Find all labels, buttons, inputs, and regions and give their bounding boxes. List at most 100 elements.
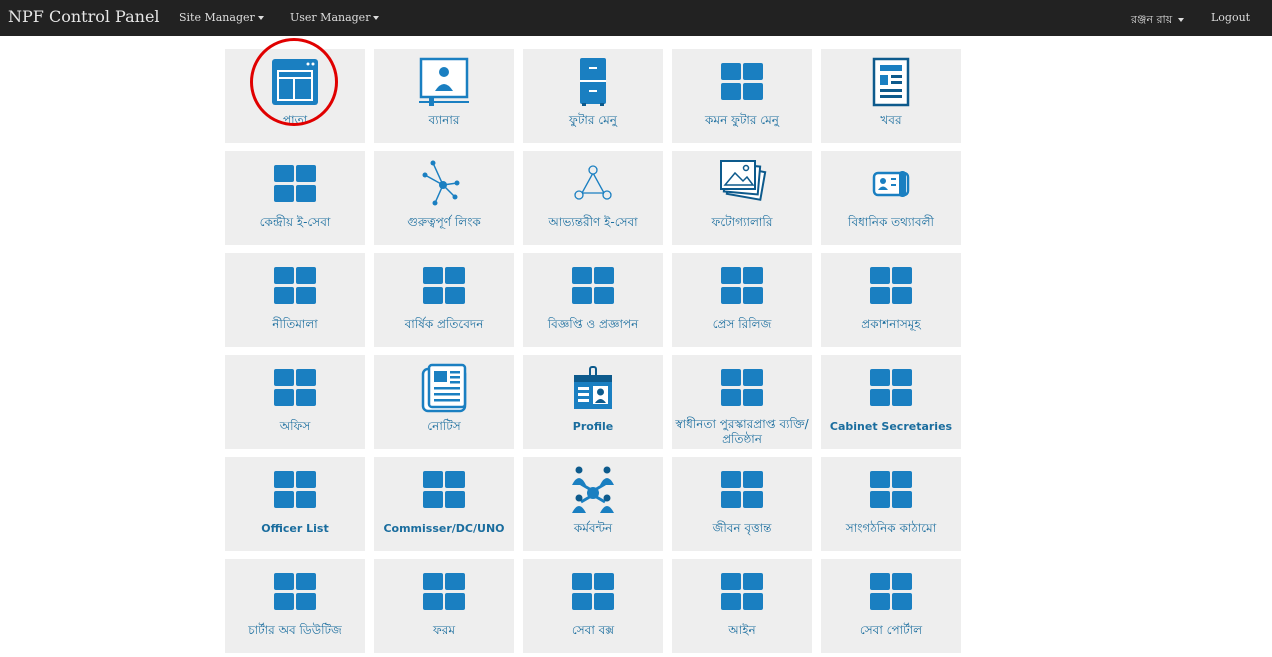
grid-icon	[866, 567, 916, 617]
module-tile[interactable]: Officer List	[225, 457, 365, 551]
module-tile[interactable]: সাংগঠনিক কাঠামো	[821, 457, 961, 551]
grid-icon	[568, 567, 618, 617]
module-tile[interactable]: Cabinet Secretaries	[821, 355, 961, 449]
banner-icon	[419, 57, 469, 107]
grid-icon	[270, 261, 320, 311]
module-tile[interactable]: কমন ফুটার মেনু	[672, 49, 812, 143]
module-label: সেবা বক্স	[571, 623, 615, 637]
footer-menu-icon	[568, 57, 618, 107]
grid-icon	[270, 159, 320, 209]
module-tile[interactable]: Profile	[523, 355, 663, 449]
grid-icon	[717, 261, 767, 311]
module-tile[interactable]: বিজ্ঞপ্তি ও প্রজ্ঞাপন	[523, 253, 663, 347]
module-label: কমন ফুটার মেনু	[705, 113, 779, 127]
news-icon	[866, 57, 916, 107]
photo-gallery-icon	[717, 159, 767, 209]
module-label: প্রেস রিলিজ	[712, 317, 772, 331]
module-tile[interactable]: প্রকাশনাসমূহ	[821, 253, 961, 347]
chevron-down-icon	[373, 16, 380, 20]
people-network-icon	[568, 465, 618, 515]
chevron-down-icon	[257, 16, 264, 20]
module-label: অফিস	[279, 419, 311, 433]
module-tile[interactable]: অফিস	[225, 355, 365, 449]
triangle-nodes-icon	[568, 159, 618, 209]
grid-icon	[717, 57, 767, 107]
page-layout-icon	[270, 57, 320, 107]
user-account-menu[interactable]: রঞ্জন রায়	[1131, 11, 1185, 30]
module-label: আইন	[728, 623, 756, 637]
module-label: ব্যানার	[428, 113, 460, 127]
user-manager-menu[interactable]: User Manager	[290, 11, 380, 24]
module-label: Cabinet Secretaries	[829, 420, 953, 433]
module-tile[interactable]: আভ্যন্তরীণ ই-সেবা	[523, 151, 663, 245]
grid-icon	[419, 567, 469, 617]
module-label: Commisser/DC/UNO	[383, 522, 505, 535]
module-label: গুরুত্বপূর্ণ লিংক	[407, 215, 481, 229]
user-manager-label: User Manager	[290, 11, 371, 24]
module-label: চার্টার অব ডিউটিজ	[248, 623, 342, 637]
id-card-icon	[866, 159, 916, 209]
module-label: কেন্দ্রীয় ই-সেবা	[259, 215, 331, 229]
module-label: কর্মবন্টন	[573, 521, 613, 535]
grid-icon	[866, 363, 916, 413]
module-label: আভ্যন্তরীণ ই-সেবা	[548, 215, 638, 229]
grid-icon	[270, 567, 320, 617]
module-tile[interactable]: ফরম	[374, 559, 514, 653]
module-tile[interactable]: আইন	[672, 559, 812, 653]
grid-icon	[419, 261, 469, 311]
grid-icon	[866, 465, 916, 515]
module-label: Officer List	[261, 522, 329, 535]
grid-icon	[717, 567, 767, 617]
module-tile[interactable]: সেবা পোর্টাল	[821, 559, 961, 653]
module-tile[interactable]: জীবন বৃত্তান্ত	[672, 457, 812, 551]
module-label: সাংগঠনিক কাঠামো	[845, 521, 937, 535]
module-label: নোটিস	[427, 419, 461, 433]
notice-icon	[419, 363, 469, 413]
site-manager-label: Site Manager	[179, 11, 255, 24]
module-tile[interactable]: খবর	[821, 49, 961, 143]
grid-icon	[568, 261, 618, 311]
chevron-down-icon	[1178, 18, 1185, 22]
module-tile[interactable]: প্রেস রিলিজ	[672, 253, 812, 347]
module-label: Profile	[572, 420, 614, 433]
module-tile[interactable]: Commisser/DC/UNO	[374, 457, 514, 551]
grid-icon	[419, 465, 469, 515]
module-tile[interactable]: নোটিস	[374, 355, 514, 449]
brand-title[interactable]: NPF Control Panel	[8, 7, 160, 26]
site-manager-menu[interactable]: Site Manager	[179, 11, 264, 24]
module-tile[interactable]: বিধানিক তথ্যাবলী	[821, 151, 961, 245]
module-label: ফটোগ্যালারি	[711, 215, 773, 229]
grid-icon	[270, 363, 320, 413]
module-label: ফরম	[432, 623, 456, 637]
module-tile[interactable]: ফটোগ্যালারি	[672, 151, 812, 245]
module-tile[interactable]: গুরুত্বপূর্ণ লিংক	[374, 151, 514, 245]
module-tile[interactable]: চার্টার অব ডিউটিজ	[225, 559, 365, 653]
user-name-label: রঞ্জন রায়	[1131, 13, 1173, 26]
module-label: প্রকাশনাসমূহ	[861, 317, 921, 331]
module-tile[interactable]: ফুটার মেনু	[523, 49, 663, 143]
grid-icon	[717, 465, 767, 515]
logout-link[interactable]: Logout	[1211, 11, 1250, 24]
module-label: বিধানিক তথ্যাবলী	[848, 215, 934, 229]
module-label: সেবা পোর্টাল	[859, 623, 923, 637]
module-tile[interactable]: পাতা	[225, 49, 365, 143]
profile-badge-icon	[568, 363, 618, 413]
top-navbar: NPF Control Panel Site Manager User Mana…	[0, 0, 1272, 36]
module-label: স্বাধীনতা পুরস্কারপ্রাপ্ত ব্যক্তি/প্রতিষ…	[675, 417, 809, 446]
module-tile[interactable]: নীতিমালা	[225, 253, 365, 347]
module-tile[interactable]: বার্ষিক প্রতিবেদন	[374, 253, 514, 347]
module-label: পাতা	[282, 113, 308, 127]
module-label: জীবন বৃত্তান্ত	[712, 521, 772, 535]
module-label: নীতিমালা	[272, 317, 318, 331]
module-label: ফুটার মেনু	[569, 113, 617, 127]
module-label: খবর	[880, 113, 902, 127]
module-tile[interactable]: কেন্দ্রীয় ই-সেবা	[225, 151, 365, 245]
module-tile[interactable]: কর্মবন্টন	[523, 457, 663, 551]
module-label: বার্ষিক প্রতিবেদন	[404, 317, 484, 331]
grid-icon	[270, 465, 320, 515]
module-tile[interactable]: স্বাধীনতা পুরস্কারপ্রাপ্ত ব্যক্তি/প্রতিষ…	[672, 355, 812, 449]
module-tile[interactable]: ব্যানার	[374, 49, 514, 143]
module-tile[interactable]: সেবা বক্স	[523, 559, 663, 653]
grid-icon	[866, 261, 916, 311]
module-label: বিজ্ঞপ্তি ও প্রজ্ঞাপন	[547, 317, 639, 331]
